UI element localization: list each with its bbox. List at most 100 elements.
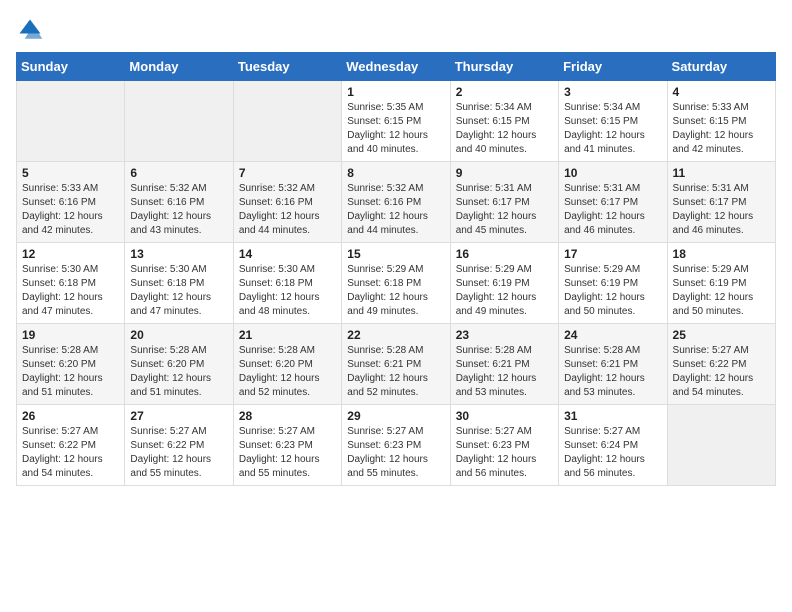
day-info: Sunrise: 5:33 AMSunset: 6:15 PMDaylight:… [673,101,770,157]
day-number: 14 [239,247,336,261]
calendar-cell: 20Sunrise: 5:28 AMSunset: 6:20 PMDayligh… [125,324,233,405]
day-info: Sunrise: 5:32 AMSunset: 6:16 PMDaylight:… [347,182,444,238]
calendar-cell: 19Sunrise: 5:28 AMSunset: 6:20 PMDayligh… [17,324,125,405]
day-number: 21 [239,328,336,342]
calendar-cell: 11 Sunrise: 5:31 AMSunset: 6:17 PMDayligh… [667,162,775,243]
day-number: 8 [347,166,444,180]
calendar-cell: 24 Sunrise: 5:28 AMSunset: 6:21 PMDayligh… [559,324,667,405]
day-info: Sunrise: 5:29 AMSunset: 6:19 PMDaylight:… [564,263,661,319]
day-info: Sunrise: 5:31 AMSunset: 6:17 PMDaylight:… [673,182,770,238]
calendar-cell: 18Sunrise: 5:29 AMSunset: 6:19 PMDayligh… [667,243,775,324]
calendar-cell: 27 Sunrise: 5:27 AMSunset: 6:22 PMDayligh… [125,405,233,486]
weekday-header-tuesday: Tuesday [233,53,341,81]
day-number: 11 [673,166,770,180]
day-info: Sunrise: 5:28 AMSunset: 6:21 PMDaylight:… [456,344,553,400]
calendar-cell: 31 Sunrise: 5:27 AMSunset: 6:24 PMDayligh… [559,405,667,486]
day-number: 28 [239,409,336,423]
day-info: Sunrise: 5:28 AMSunset: 6:20 PMDaylight:… [130,344,227,400]
day-number: 31 [564,409,661,423]
day-info: Sunrise: 5:29 AMSunset: 6:19 PMDaylight:… [456,263,553,319]
day-info: Sunrise: 5:28 AMSunset: 6:21 PMDaylight:… [564,344,661,400]
calendar-cell: 14 Sunrise: 5:30 AMSunset: 6:18 PMDayligh… [233,243,341,324]
calendar-cell: 23 Sunrise: 5:28 AMSunset: 6:21 PMDayligh… [450,324,558,405]
calendar-week-row: 26 Sunrise: 5:27 AMSunset: 6:22 PMDayligh… [17,405,776,486]
day-info: Sunrise: 5:31 AMSunset: 6:17 PMDaylight:… [456,182,553,238]
calendar-cell: 26Sunrise: 5:27 AMSunset: 6:22 PMDayligh… [17,405,125,486]
calendar-cell [17,81,125,162]
day-number: 6 [130,166,227,180]
calendar-cell [233,81,341,162]
day-info: Sunrise: 5:31 AMSunset: 6:17 PMDaylight:… [564,182,661,238]
day-number: 24 [564,328,661,342]
day-number: 12 [22,247,119,261]
calendar-cell: 6 Sunrise: 5:32 AMSunset: 6:16 PMDaylight… [125,162,233,243]
weekday-header-monday: Monday [125,53,233,81]
day-number: 27 [130,409,227,423]
day-number: 10 [564,166,661,180]
day-number: 25 [673,328,770,342]
day-info: Sunrise: 5:30 AMSunset: 6:18 PMDaylight:… [239,263,336,319]
calendar-cell: 13 Sunrise: 5:30 AMSunset: 6:18 PMDayligh… [125,243,233,324]
calendar-cell: 25 Sunrise: 5:27 AMSunset: 6:22 PMDayligh… [667,324,775,405]
calendar-cell: 30Sunrise: 5:27 AMSunset: 6:23 PMDayligh… [450,405,558,486]
weekday-header-saturday: Saturday [667,53,775,81]
day-info: Sunrise: 5:27 AMSunset: 6:23 PMDaylight:… [347,425,444,481]
weekday-header-thursday: Thursday [450,53,558,81]
calendar-cell: 10 Sunrise: 5:31 AMSunset: 6:17 PMDayligh… [559,162,667,243]
day-info: Sunrise: 5:35 AMSunset: 6:15 PMDaylight:… [347,101,444,157]
calendar-cell: 9Sunrise: 5:31 AMSunset: 6:17 PMDaylight… [450,162,558,243]
day-info: Sunrise: 5:34 AMSunset: 6:15 PMDaylight:… [456,101,553,157]
day-number: 22 [347,328,444,342]
day-number: 26 [22,409,119,423]
day-info: Sunrise: 5:28 AMSunset: 6:20 PMDaylight:… [22,344,119,400]
day-number: 23 [456,328,553,342]
day-info: Sunrise: 5:29 AMSunset: 6:18 PMDaylight:… [347,263,444,319]
day-number: 16 [456,247,553,261]
day-info: Sunrise: 5:27 AMSunset: 6:22 PMDaylight:… [130,425,227,481]
day-number: 1 [347,85,444,99]
day-info: Sunrise: 5:34 AMSunset: 6:15 PMDaylight:… [564,101,661,157]
calendar-cell: 22 Sunrise: 5:28 AMSunset: 6:21 PMDayligh… [342,324,450,405]
calendar-cell: 16 Sunrise: 5:29 AMSunset: 6:19 PMDayligh… [450,243,558,324]
weekday-header-friday: Friday [559,53,667,81]
logo-icon [16,16,44,44]
calendar-cell [667,405,775,486]
day-info: Sunrise: 5:28 AMSunset: 6:21 PMDaylight:… [347,344,444,400]
calendar-cell: 17 Sunrise: 5:29 AMSunset: 6:19 PMDayligh… [559,243,667,324]
day-info: Sunrise: 5:33 AMSunset: 6:16 PMDaylight:… [22,182,119,238]
day-number: 13 [130,247,227,261]
day-number: 7 [239,166,336,180]
logo [16,16,48,44]
calendar-week-row: 12 Sunrise: 5:30 AMSunset: 6:18 PMDayligh… [17,243,776,324]
calendar-week-row: 1 Sunrise: 5:35 AMSunset: 6:15 PMDaylight… [17,81,776,162]
day-number: 5 [22,166,119,180]
day-number: 30 [456,409,553,423]
day-info: Sunrise: 5:27 AMSunset: 6:23 PMDaylight:… [239,425,336,481]
day-info: Sunrise: 5:28 AMSunset: 6:20 PMDaylight:… [239,344,336,400]
calendar-cell [125,81,233,162]
day-number: 17 [564,247,661,261]
day-info: Sunrise: 5:27 AMSunset: 6:24 PMDaylight:… [564,425,661,481]
day-number: 2 [456,85,553,99]
weekday-header-wednesday: Wednesday [342,53,450,81]
calendar-cell: 2 Sunrise: 5:34 AMSunset: 6:15 PMDaylight… [450,81,558,162]
day-info: Sunrise: 5:27 AMSunset: 6:22 PMDaylight:… [673,344,770,400]
calendar-week-row: 19Sunrise: 5:28 AMSunset: 6:20 PMDayligh… [17,324,776,405]
calendar-cell: 12 Sunrise: 5:30 AMSunset: 6:18 PMDayligh… [17,243,125,324]
calendar-table: SundayMondayTuesdayWednesdayThursdayFrid… [16,52,776,486]
day-number: 3 [564,85,661,99]
day-info: Sunrise: 5:30 AMSunset: 6:18 PMDaylight:… [22,263,119,319]
calendar-cell: 21 Sunrise: 5:28 AMSunset: 6:20 PMDayligh… [233,324,341,405]
day-info: Sunrise: 5:32 AMSunset: 6:16 PMDaylight:… [239,182,336,238]
calendar-cell: 7 Sunrise: 5:32 AMSunset: 6:16 PMDaylight… [233,162,341,243]
calendar-cell: 15Sunrise: 5:29 AMSunset: 6:18 PMDayligh… [342,243,450,324]
day-number: 4 [673,85,770,99]
calendar-cell: 5 Sunrise: 5:33 AMSunset: 6:16 PMDaylight… [17,162,125,243]
page-header [16,16,776,44]
day-info: Sunrise: 5:32 AMSunset: 6:16 PMDaylight:… [130,182,227,238]
weekday-header-row: SundayMondayTuesdayWednesdayThursdayFrid… [17,53,776,81]
day-info: Sunrise: 5:30 AMSunset: 6:18 PMDaylight:… [130,263,227,319]
calendar-cell: 1 Sunrise: 5:35 AMSunset: 6:15 PMDaylight… [342,81,450,162]
calendar-cell: 28 Sunrise: 5:27 AMSunset: 6:23 PMDayligh… [233,405,341,486]
calendar-cell: 8 Sunrise: 5:32 AMSunset: 6:16 PMDaylight… [342,162,450,243]
